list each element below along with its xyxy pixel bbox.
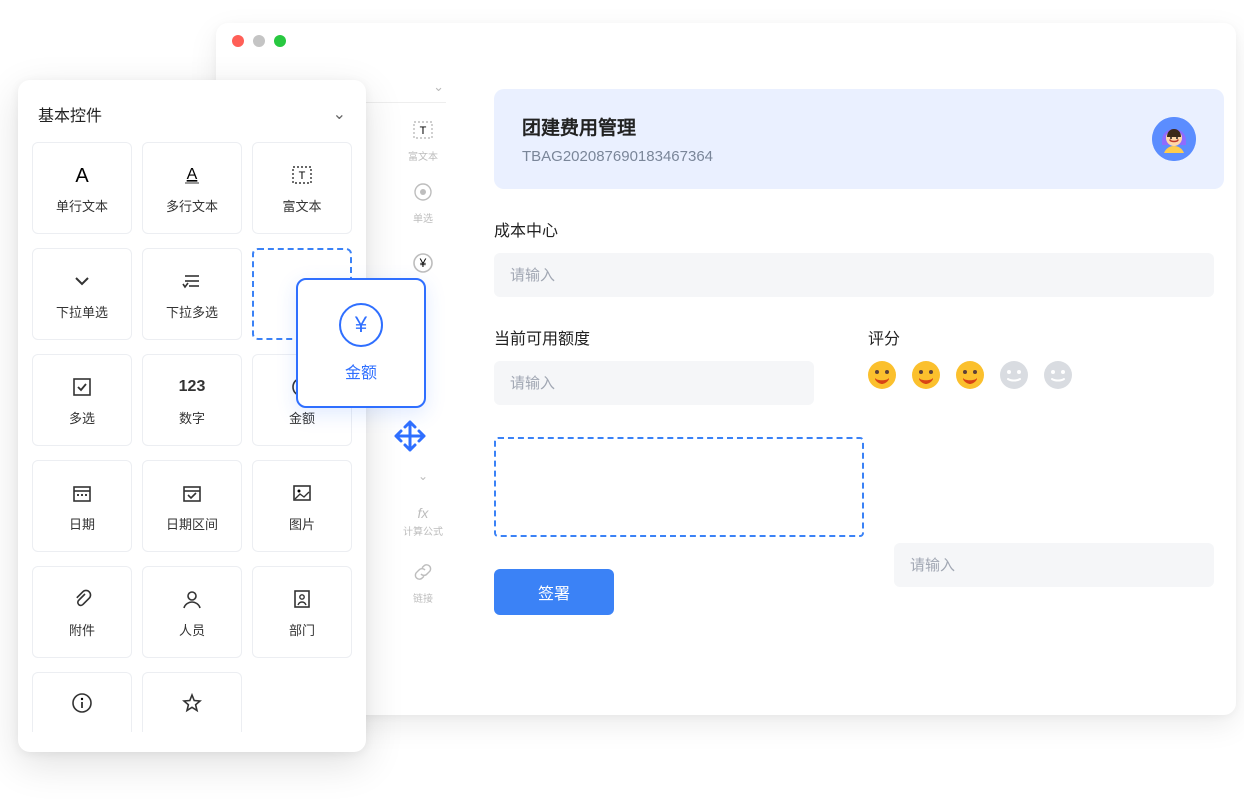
rating-face-4[interactable] [1000,361,1028,389]
tile-daterange[interactable]: 日期区间 [142,460,242,552]
date-range-icon [181,480,203,506]
form-title: 团建费用管理 [522,113,713,140]
tile-department[interactable]: 部门 [252,566,352,658]
star-icon [181,690,203,716]
formula-icon: fx [418,505,429,521]
zoom-dot[interactable] [274,35,286,47]
mini-tile-radio[interactable]: 单选 [392,175,454,231]
dragging-widget-card[interactable]: ¥ 金额 [296,278,426,408]
tile-label: 多选 [69,408,95,427]
dragging-label: 金额 [345,359,377,383]
move-cursor-icon [392,418,428,454]
tile-info[interactable] [32,672,132,732]
tile-label: 图片 [289,514,315,533]
mini-label: 单选 [413,210,433,225]
tile-label: 单行文本 [56,196,108,215]
yen-icon: ¥ [339,303,383,347]
link-icon [412,561,434,588]
traffic-lights [232,35,286,47]
extra-input[interactable] [894,543,1214,587]
mini-label: 富文本 [408,148,438,163]
tile-star[interactable] [142,672,242,732]
multi-text-icon [181,162,203,188]
mini-label: 计算公式 [403,523,443,538]
rich-text-icon [412,119,434,146]
tile-label: 附件 [69,620,95,639]
tile-label: 部门 [289,620,315,639]
cost-center-input[interactable] [494,253,1214,297]
avatar[interactable] [1152,117,1196,161]
tile-person[interactable]: 人员 [142,566,242,658]
field-label: 成本中心 [494,217,1224,241]
tile-label: 下拉多选 [166,302,218,321]
chevron-down-icon: ⌄ [333,104,346,124]
tile-label: 人员 [179,620,205,639]
drop-target-zone[interactable] [494,437,864,537]
form-preview: 团建费用管理 TBAG202087690183467364 成本中心 当前可用额… [494,89,1224,615]
rating-face-1[interactable] [868,361,896,389]
chevron-down-icon: ⌄ [433,79,444,95]
tile-dropdown-multi[interactable]: 下拉多选 [142,248,242,340]
tile-checkbox[interactable]: 多选 [32,354,132,446]
image-icon [291,480,313,506]
mini-tile-richtext[interactable]: 富文本 [392,113,454,169]
rating-faces[interactable] [868,361,1072,389]
department-icon [291,586,313,612]
rating-face-3[interactable] [956,361,984,389]
rich-text-icon [291,162,313,188]
field-quota: 当前可用额度 [494,325,814,405]
attachment-icon [71,586,93,612]
person-icon [181,586,203,612]
date-icon [71,480,93,506]
tile-label: 数字 [179,408,205,427]
palette-title: 基本控件 [38,102,102,126]
tile-multi-text[interactable]: 多行文本 [142,142,242,234]
sign-button[interactable]: 签署 [494,569,614,615]
close-dot[interactable] [232,35,244,47]
checkbox-icon [71,374,93,400]
chevron-down-icon: ⌄ [418,469,428,483]
info-icon [71,690,93,716]
tile-date[interactable]: 日期 [32,460,132,552]
tile-rich-text[interactable]: 富文本 [252,142,352,234]
single-text-icon [71,162,93,188]
radio-icon [412,181,434,208]
form-code: TBAG202087690183467364 [522,148,713,165]
field-cost-center: 成本中心 [494,217,1224,297]
tile-number[interactable]: 123 数字 [142,354,242,446]
palette-header[interactable]: 基本控件 ⌄ [32,92,352,142]
rating-face-2[interactable] [912,361,940,389]
tile-label: 多行文本 [166,196,218,215]
tile-single-text[interactable]: 单行文本 [32,142,132,234]
tile-image[interactable]: 图片 [252,460,352,552]
chevron-icon [71,268,93,294]
mini-label: 链接 [413,590,433,605]
tile-label: 富文本 [282,196,321,215]
field-rating: 评分 [868,325,1072,389]
field-label: 评分 [868,325,1072,349]
form-header-banner: 团建费用管理 TBAG202087690183467364 [494,89,1224,189]
tile-label: 金额 [289,408,315,427]
quota-input[interactable] [494,361,814,405]
tile-label: 日期 [69,514,95,533]
tile-attachment[interactable]: 附件 [32,566,132,658]
yen-icon [412,252,434,279]
field-label: 当前可用额度 [494,325,814,349]
number-icon: 123 [179,374,206,400]
tile-dropdown-single[interactable]: 下拉单选 [32,248,132,340]
tile-label: 下拉单选 [56,302,108,321]
mini-collapse-toggle[interactable]: ⌄ [392,465,454,487]
mini-tile-formula[interactable]: fx 计算公式 [392,493,454,549]
mini-tile-link[interactable]: 链接 [392,555,454,611]
tile-label: 日期区间 [166,514,218,533]
component-palette: 基本控件 ⌄ 单行文本 多行文本 富文本 下拉单选 下拉多选 多选 [18,80,366,752]
rating-face-5[interactable] [1044,361,1072,389]
minimize-dot[interactable] [253,35,265,47]
multiselect-icon [181,268,203,294]
